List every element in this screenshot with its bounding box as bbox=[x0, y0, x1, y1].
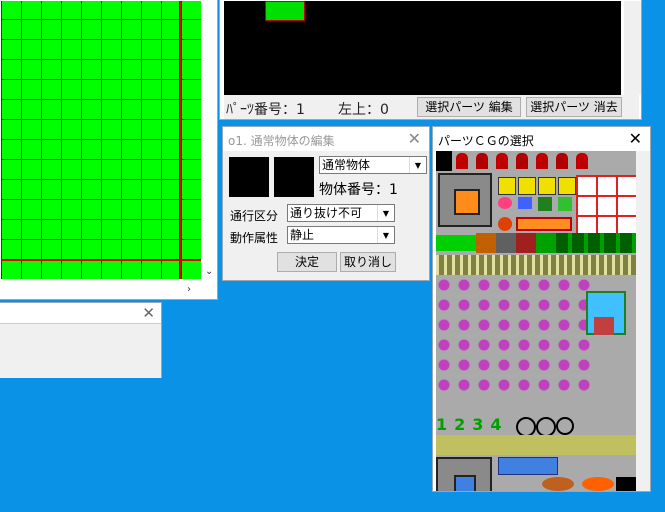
part-tile-27[interactable] bbox=[436, 277, 596, 397]
part-tile-19[interactable] bbox=[516, 217, 572, 231]
motion-label: 動作属性 bbox=[230, 231, 279, 245]
passage-label: 通行区分 bbox=[230, 209, 279, 223]
map-editor-window: ⌄ › bbox=[0, 0, 218, 300]
part-tile-2[interactable] bbox=[476, 153, 488, 169]
vertical-scrollbar[interactable] bbox=[636, 151, 650, 491]
vertical-scrollbar[interactable] bbox=[624, 1, 641, 95]
map-boundary-horizontal bbox=[1, 259, 201, 261]
part-tile-37[interactable] bbox=[542, 477, 574, 491]
selected-part-marker bbox=[265, 1, 305, 21]
part-tile-35[interactable] bbox=[498, 457, 558, 475]
cancel-button[interactable]: 取り消し bbox=[340, 252, 396, 272]
part-tile-15[interactable] bbox=[518, 197, 532, 209]
passage-value: 通り抜け不可 bbox=[290, 206, 363, 220]
position-label: 左上：0 bbox=[338, 102, 389, 118]
object-number-label: 物体番号：1 bbox=[319, 182, 398, 198]
part-tile-31[interactable] bbox=[516, 417, 536, 437]
part-tile-10[interactable] bbox=[518, 177, 536, 195]
object-edit-dialog: o1. 通常物体の編集 ✕ 通常物体 ▼ 物体番号：1 通行区分 通り抜け不可 … bbox=[222, 126, 430, 281]
part-tile-1[interactable] bbox=[456, 153, 468, 169]
part-tile-9[interactable] bbox=[498, 177, 516, 195]
part-tile-6[interactable] bbox=[556, 153, 568, 169]
parts-preview-window: ﾊﾟｰﾂ番号：1 左上：0 選択パーツ 編集 選択パーツ 消去 bbox=[219, 0, 642, 120]
ok-button[interactable]: 決定 bbox=[277, 252, 337, 272]
part-tile-24[interactable] bbox=[536, 233, 556, 253]
close-icon[interactable]: ✕ bbox=[142, 304, 155, 322]
close-icon[interactable]: ✕ bbox=[408, 129, 421, 148]
map-boundary-vertical bbox=[179, 1, 181, 279]
part-tile-29[interactable] bbox=[594, 317, 614, 335]
part-tile-0[interactable] bbox=[436, 151, 452, 171]
dialog-title: o1. 通常物体の編集 bbox=[228, 134, 335, 148]
object-image-preview[interactable] bbox=[229, 157, 269, 197]
part-tile-13[interactable] bbox=[576, 175, 636, 235]
part-tile-7[interactable] bbox=[576, 153, 588, 169]
motion-value: 静止 bbox=[290, 228, 315, 242]
part-tile-17[interactable] bbox=[558, 197, 572, 211]
part-tile-38[interactable] bbox=[582, 477, 614, 491]
part-tile-26[interactable] bbox=[436, 255, 636, 275]
dialog-titlebar: o1. 通常物体の編集 ✕ bbox=[223, 127, 429, 151]
part-tile-14[interactable] bbox=[498, 197, 512, 209]
small-window-content bbox=[0, 323, 161, 378]
close-icon[interactable]: ✕ bbox=[629, 129, 642, 148]
parts-cg-selection-window: パーツＣＧの選択 ✕ 1234 bbox=[432, 126, 651, 492]
part-tile-3[interactable] bbox=[496, 153, 508, 169]
object-type-select[interactable]: 通常物体 ▼ bbox=[319, 156, 427, 174]
passage-select[interactable]: 通り抜け不可 ▼ bbox=[287, 204, 395, 222]
part-tile-4[interactable] bbox=[516, 153, 528, 169]
part-tile-36[interactable] bbox=[436, 457, 492, 491]
part-tile-5[interactable] bbox=[536, 153, 548, 169]
chevron-down-icon: ▼ bbox=[377, 205, 394, 221]
part-tile-34[interactable] bbox=[436, 435, 636, 455]
parts-titlebar: パーツＣＧの選択 ✕ bbox=[433, 127, 650, 151]
parts-preview-canvas[interactable] bbox=[224, 1, 621, 95]
parts-window-title: パーツＣＧの選択 bbox=[438, 134, 534, 148]
part-tile-25[interactable] bbox=[556, 233, 636, 253]
part-tile-11[interactable] bbox=[538, 177, 556, 195]
part-tile-22[interactable] bbox=[496, 233, 516, 253]
part-tile-32[interactable] bbox=[536, 417, 556, 437]
edit-parts-button[interactable]: 選択パーツ 編集 bbox=[417, 97, 521, 117]
part-tile-20[interactable] bbox=[436, 235, 476, 251]
motion-select[interactable]: 静止 ▼ bbox=[287, 226, 395, 244]
object-image-preview-2[interactable] bbox=[274, 157, 314, 197]
part-tile-33[interactable] bbox=[556, 417, 574, 435]
parts-number-label: ﾊﾟｰﾂ番号：1 bbox=[226, 102, 305, 118]
part-tile-21[interactable] bbox=[476, 233, 496, 253]
small-window: ✕ bbox=[0, 302, 162, 378]
chevron-down-icon[interactable]: ⌄ bbox=[205, 267, 213, 277]
part-tile-16[interactable] bbox=[538, 197, 552, 211]
parts-tile-palette[interactable]: 1234 bbox=[436, 151, 636, 491]
chevron-down-icon: ▼ bbox=[377, 227, 394, 243]
part-tile-39[interactable] bbox=[616, 477, 636, 491]
part-tile-8[interactable] bbox=[438, 173, 492, 227]
parts-status-bar: ﾊﾟｰﾂ番号：1 左上：0 選択パーツ 編集 選択パーツ 消去 bbox=[224, 95, 639, 119]
chevron-down-icon: ▼ bbox=[409, 157, 426, 173]
map-grid-canvas[interactable] bbox=[1, 1, 201, 279]
part-tile-12[interactable] bbox=[558, 177, 576, 195]
object-type-value: 通常物体 bbox=[322, 158, 371, 172]
chevron-right-icon[interactable]: › bbox=[187, 285, 191, 295]
part-tile-23[interactable] bbox=[516, 233, 536, 253]
part-tile-18[interactable] bbox=[498, 217, 512, 231]
delete-parts-button[interactable]: 選択パーツ 消去 bbox=[526, 97, 622, 117]
